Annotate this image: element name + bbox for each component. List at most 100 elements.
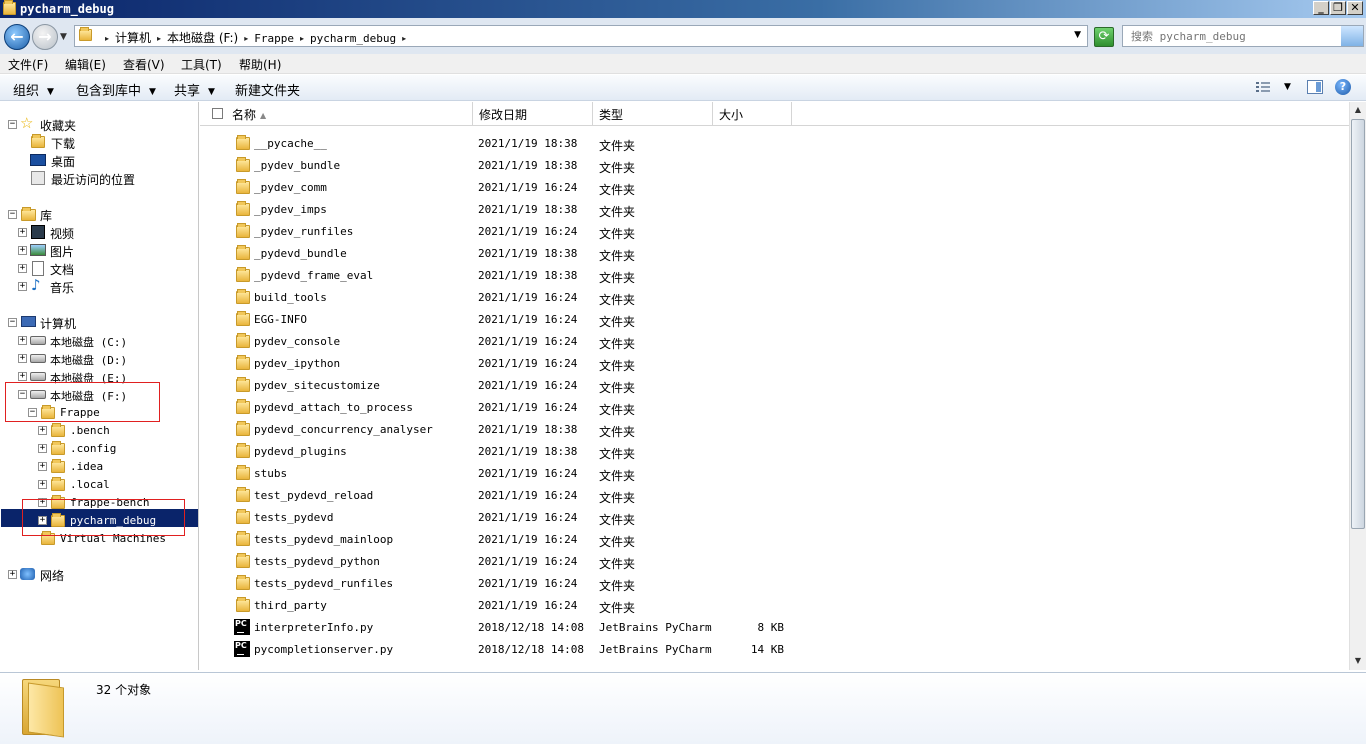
music-icon: ♪ xyxy=(31,276,41,294)
file-date: 2021/1/19 16:24 xyxy=(478,467,578,480)
tree-label: 音乐 xyxy=(50,281,75,295)
menu-help[interactable]: 帮助(H) xyxy=(239,56,281,73)
help-icon[interactable]: ? xyxy=(1335,79,1351,95)
menu-edit[interactable]: 编辑(E) xyxy=(65,56,106,73)
file-date: 2021/1/19 16:24 xyxy=(478,489,578,502)
folder-icon xyxy=(51,423,65,437)
scroll-down-icon[interactable]: ▼ xyxy=(1351,654,1365,668)
file-row[interactable]: _pydevd_frame_eval 2021/1/19 18:38 文件夹 xyxy=(200,265,1349,287)
file-row[interactable]: pydev_ipython 2021/1/19 16:24 文件夹 xyxy=(200,353,1349,375)
include-in-library-button[interactable]: 包含到库中 ▼ xyxy=(76,80,156,99)
tree-label: .config xyxy=(70,442,117,455)
file-row[interactable]: tests_pydevd 2021/1/19 16:24 文件夹 xyxy=(200,507,1349,529)
folder-icon xyxy=(236,135,250,150)
file-row[interactable]: pydevd_attach_to_process 2021/1/19 16:24 文… xyxy=(200,397,1349,419)
crumb-computer[interactable]: 计算机 xyxy=(115,31,151,45)
menu-file[interactable]: 文件(F) xyxy=(8,56,48,73)
chevron-right-icon[interactable]: ▸ xyxy=(300,34,304,43)
file-type: 文件夹 xyxy=(599,513,636,527)
view-options-icon[interactable] xyxy=(1256,81,1270,93)
file-row[interactable]: pydev_sitecustomize 2021/1/19 16:24 文件夹 xyxy=(200,375,1349,397)
organize-button[interactable]: 组织 ▼ xyxy=(13,80,54,99)
file-name: pydevd_concurrency_analyser xyxy=(254,423,433,436)
menu-view[interactable]: 查看(V) xyxy=(123,56,165,73)
file-name: pydev_console xyxy=(254,335,341,348)
document-icon xyxy=(32,261,44,276)
chevron-right-icon[interactable]: ▸ xyxy=(402,34,406,43)
file-name: interpreterInfo.py xyxy=(254,621,374,634)
file-name: _pydev_comm xyxy=(254,181,327,194)
forward-button[interactable]: → xyxy=(32,24,58,50)
restore-button[interactable]: ❐ xyxy=(1330,1,1346,15)
pycharm-file-icon: PC xyxy=(234,619,250,635)
file-row[interactable]: _pydevd_bundle 2021/1/19 18:38 文件夹 xyxy=(200,243,1349,265)
arrow-right-icon: → xyxy=(38,27,52,46)
close-button[interactable]: ✕ xyxy=(1347,1,1363,15)
file-row[interactable]: third_party 2021/1/19 16:24 文件夹 xyxy=(200,595,1349,617)
file-row[interactable]: pydevd_plugins 2021/1/19 18:38 文件夹 xyxy=(200,441,1349,463)
scroll-up-icon[interactable]: ▲ xyxy=(1351,103,1365,117)
file-row[interactable]: PC interpreterInfo.py 2018/12/18 14:08 JetB… xyxy=(200,617,1349,639)
file-row[interactable]: stubs 2021/1/19 16:24 文件夹 xyxy=(200,463,1349,485)
file-row[interactable]: tests_pydevd_mainloop 2021/1/19 16:24 文件夹 xyxy=(200,529,1349,551)
file-row[interactable]: _pydev_runfiles 2021/1/19 16:24 文件夹 xyxy=(200,221,1349,243)
address-dropdown-icon[interactable]: ▼ xyxy=(1074,30,1081,40)
file-row[interactable]: _pydev_bundle 2021/1/19 18:38 文件夹 xyxy=(200,155,1349,177)
file-date: 2021/1/19 16:24 xyxy=(478,511,578,524)
file-row[interactable]: PC pycompletionserver.py 2018/12/18 14:08 J… xyxy=(200,639,1349,661)
file-date: 2018/12/18 14:08 xyxy=(478,621,584,634)
scroll-thumb[interactable] xyxy=(1351,119,1365,529)
search-icon[interactable] xyxy=(1341,26,1363,46)
chevron-right-icon[interactable]: ▸ xyxy=(244,34,248,43)
history-dropdown-icon[interactable]: ▼ xyxy=(60,32,67,42)
search-input[interactable] xyxy=(1131,28,1341,44)
drive-icon xyxy=(30,390,46,399)
address-bar[interactable]: ▸ 计算机 ▸ 本地磁盘 (F:) ▸ Frappe ▸ pycharm_debug ▸ ▼ xyxy=(74,25,1088,47)
folder-icon xyxy=(3,0,16,15)
back-button[interactable]: ← xyxy=(4,24,30,50)
view-dropdown-icon[interactable]: ▼ xyxy=(1284,82,1291,92)
minimize-button[interactable]: _ xyxy=(1313,1,1329,15)
folder-icon xyxy=(236,289,250,304)
file-row[interactable]: _pydev_imps 2021/1/19 18:38 文件夹 xyxy=(200,199,1349,221)
preview-pane-icon[interactable] xyxy=(1307,80,1323,94)
column-header-type[interactable]: 类型 xyxy=(593,102,713,126)
file-row[interactable]: tests_pydevd_python 2021/1/19 16:24 文件夹 xyxy=(200,551,1349,573)
file-date: 2021/1/19 18:38 xyxy=(478,247,578,260)
file-row[interactable]: _pydev_comm 2021/1/19 16:24 文件夹 xyxy=(200,177,1349,199)
column-header-name[interactable]: 名称 ▲ xyxy=(226,102,473,126)
select-all-checkbox[interactable] xyxy=(212,108,223,119)
column-header-size[interactable]: 大小 xyxy=(713,102,792,126)
file-row[interactable]: pydevd_concurrency_analyser 2021/1/19 18:… xyxy=(200,419,1349,441)
vertical-scrollbar[interactable]: ▲ ▼ xyxy=(1349,102,1366,670)
file-type: 文件夹 xyxy=(599,271,636,285)
file-date: 2021/1/19 18:38 xyxy=(478,269,578,282)
tree-label: 本地磁盘 (D:) xyxy=(50,354,128,367)
file-row[interactable]: pydev_console 2021/1/19 16:24 文件夹 xyxy=(200,331,1349,353)
menu-tools[interactable]: 工具(T) xyxy=(181,56,222,73)
refresh-button[interactable]: ⟳ xyxy=(1094,27,1114,47)
chevron-down-icon: ▼ xyxy=(149,87,156,97)
navigation-pane: − ☆ 收藏夹 下载 桌面 最近访问的位置 − 库 + 视频 + 图片 + 文档… xyxy=(0,102,199,670)
file-row[interactable]: test_pydevd_reload 2021/1/19 16:24 文件夹 xyxy=(200,485,1349,507)
file-name: tests_pydevd_mainloop xyxy=(254,533,394,546)
file-row[interactable]: EGG-INFO 2021/1/19 16:24 文件夹 xyxy=(200,309,1349,331)
share-button[interactable]: 共享 ▼ xyxy=(174,80,215,99)
column-header-modified[interactable]: 修改日期 xyxy=(473,102,593,126)
breadcrumb: ▸ 计算机 ▸ 本地磁盘 (F:) ▸ Frappe ▸ pycharm_debug ▸ xyxy=(99,29,412,46)
crumb-drive-f[interactable]: 本地磁盘 (F:) xyxy=(167,31,238,45)
folder-icon xyxy=(236,575,250,590)
column-headers: 名称 ▲ 修改日期 类型 大小 xyxy=(200,102,1349,126)
file-row[interactable]: build_tools 2021/1/19 16:24 文件夹 xyxy=(200,287,1349,309)
header-label: 名称 xyxy=(232,108,257,122)
file-row[interactable]: __pycache__ 2021/1/19 18:38 文件夹 xyxy=(200,133,1349,155)
file-date: 2021/1/19 16:24 xyxy=(478,555,578,568)
tree-label: .idea xyxy=(70,460,104,473)
new-folder-button[interactable]: 新建文件夹 xyxy=(235,80,300,99)
crumb-frappe[interactable]: Frappe xyxy=(254,32,294,45)
chevron-right-icon[interactable]: ▸ xyxy=(105,34,109,43)
crumb-pycharm-debug[interactable]: pycharm_debug xyxy=(310,32,396,45)
file-row[interactable]: tests_pydevd_runfiles 2021/1/19 16:24 文件夹 xyxy=(200,573,1349,595)
chevron-right-icon[interactable]: ▸ xyxy=(157,34,161,43)
search-box[interactable] xyxy=(1122,25,1364,47)
